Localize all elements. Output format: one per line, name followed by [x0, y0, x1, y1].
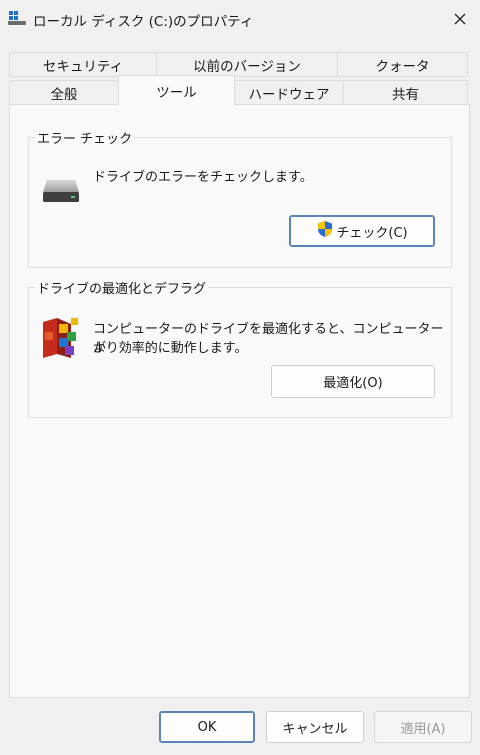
- tab-general[interactable]: 全般: [9, 80, 119, 105]
- tab-previous-versions[interactable]: 以前のバージョン: [156, 52, 338, 77]
- defrag-icon: [39, 314, 81, 364]
- uac-shield-icon: [316, 220, 334, 242]
- tab-sharing[interactable]: 共有: [343, 80, 468, 105]
- close-icon: [454, 13, 466, 25]
- close-button[interactable]: [440, 0, 480, 38]
- tab-security[interactable]: セキュリティ: [9, 52, 157, 77]
- hard-drive-icon: [41, 174, 81, 208]
- optimize-button[interactable]: 最適化(O): [271, 365, 435, 398]
- tab-hardware[interactable]: ハードウェア: [234, 80, 344, 105]
- optimize-description-line2: より効率的に動作します。: [93, 341, 248, 356]
- error-check-description: ドライブのエラーをチェックします。: [93, 170, 313, 185]
- window-title: ローカル ディスク (C:)のプロパティ: [33, 14, 254, 30]
- ok-button[interactable]: OK: [159, 711, 255, 743]
- apply-button[interactable]: 適用(A): [374, 711, 472, 743]
- optimize-heading: ドライブの最適化とデフラグ: [35, 278, 209, 297]
- error-check-heading: エラー チェック: [35, 128, 135, 147]
- check-button[interactable]: チェック(C): [289, 215, 435, 247]
- title-bar: ローカル ディスク (C:)のプロパティ: [0, 0, 480, 38]
- tab-tools[interactable]: ツール: [118, 75, 235, 105]
- tools-tab-panel: エラー チェック ドライブのエラーをチェックします。 チェック(C) ドライブの…: [9, 104, 470, 698]
- optimize-group: ドライブの最適化とデフラグ コンピューターのドライブを最適化すると、コンピュータ…: [28, 278, 452, 418]
- cancel-button[interactable]: キャンセル: [266, 711, 364, 743]
- drive-properties-icon: [8, 10, 26, 26]
- error-check-group: エラー チェック ドライブのエラーをチェックします。 チェック(C): [28, 128, 452, 268]
- tab-quota[interactable]: クォータ: [337, 52, 468, 77]
